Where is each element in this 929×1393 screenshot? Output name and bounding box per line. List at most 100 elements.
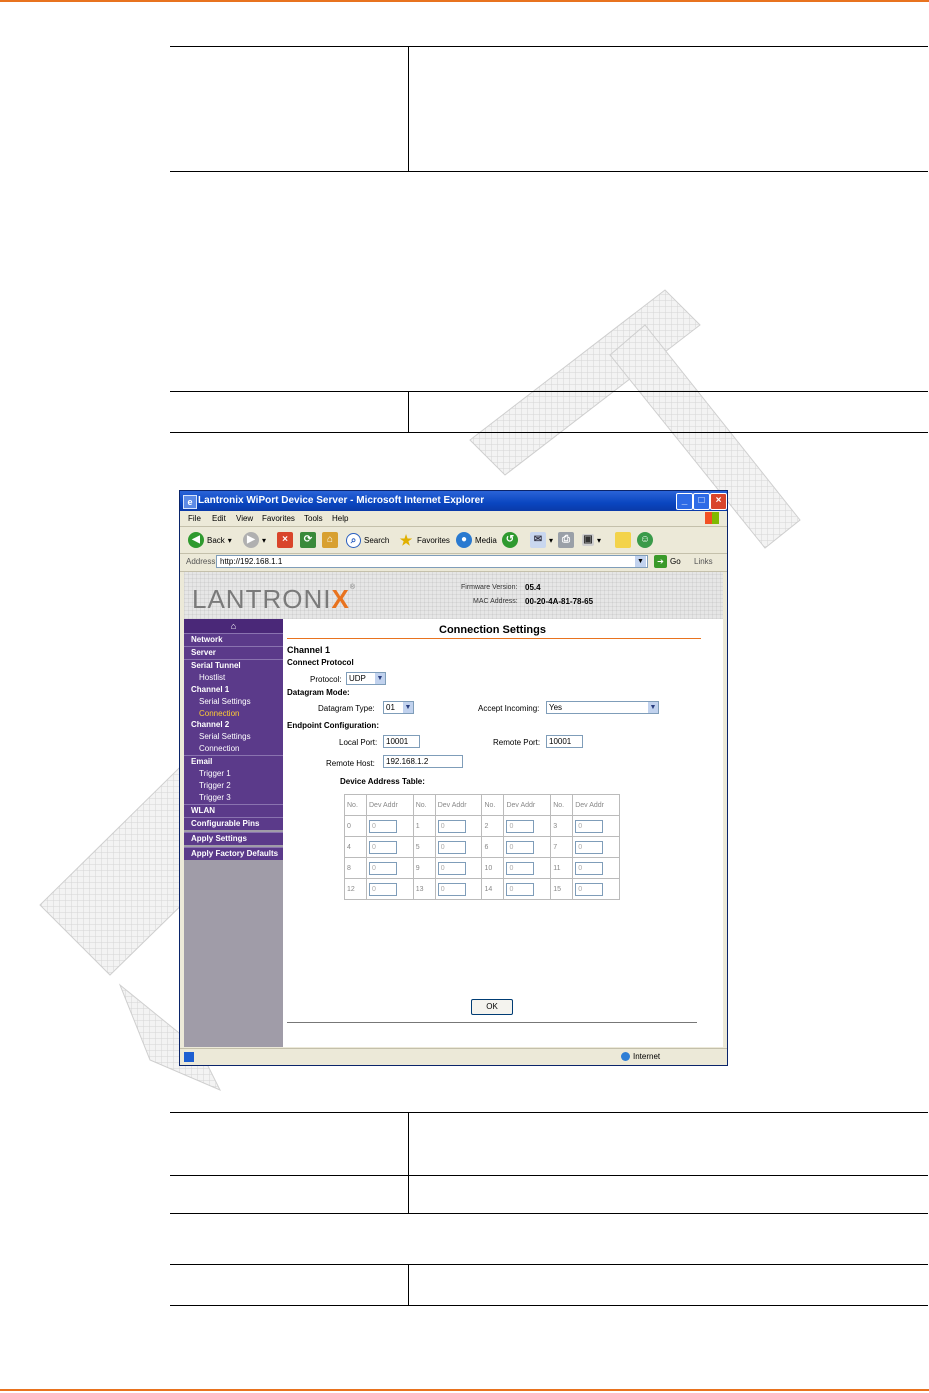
dev-addr-input[interactable]: 0 xyxy=(506,840,535,854)
menu-view[interactable]: View xyxy=(236,514,253,523)
dev-addr-input[interactable]: 0 xyxy=(369,861,397,875)
protocol-select[interactable]: UDP ▼ xyxy=(346,672,386,685)
search-button[interactable]: ⌕ Search xyxy=(346,530,389,550)
sidebar-item-channel-1[interactable]: Channel 1 xyxy=(184,685,283,694)
remote-host-label: Remote Host: xyxy=(326,759,375,768)
stop-button[interactable]: × xyxy=(277,530,293,550)
dev-addr-input[interactable]: 0 xyxy=(506,819,535,833)
sidebar-item-hostlist[interactable]: Hostlist xyxy=(184,673,283,682)
dat-no: 0 xyxy=(344,815,367,837)
dev-addr-input[interactable]: 0 xyxy=(437,861,466,875)
sidebar-item-server[interactable]: Server xyxy=(184,646,283,659)
datagram-type-select[interactable]: 01 ▼ xyxy=(383,701,414,714)
search-icon: ⌕ xyxy=(346,532,361,548)
sidebar-item-ch1-serial[interactable]: Serial Settings xyxy=(184,697,283,706)
dev-addr-input[interactable]: 0 xyxy=(506,861,535,875)
local-port-input[interactable]: 10001 xyxy=(383,735,420,748)
footer-rule xyxy=(0,1389,929,1391)
col-dev-addr: Dev Addr xyxy=(503,794,552,816)
chevron-down-icon[interactable]: ▼ xyxy=(635,556,646,567)
favorites-button[interactable]: ★ Favorites xyxy=(398,530,450,550)
ok-button[interactable]: OK xyxy=(471,999,513,1015)
protocol-label: Protocol: xyxy=(310,675,342,684)
maximize-button[interactable]: □ xyxy=(693,493,710,510)
menu-tools[interactable]: Tools xyxy=(304,514,323,523)
dev-addr-input[interactable]: 0 xyxy=(437,840,466,854)
dat-no: 13 xyxy=(412,878,436,900)
sidebar-item-serial-tunnel[interactable]: Serial Tunnel xyxy=(184,661,283,670)
dev-addr-input[interactable]: 0 xyxy=(437,882,466,896)
sidebar-item-configurable-pins[interactable]: Configurable Pins xyxy=(184,817,283,830)
menu-favorites[interactable]: Favorites xyxy=(262,514,295,523)
menu-help[interactable]: Help xyxy=(332,514,348,523)
sidebar-item-trigger-3[interactable]: Trigger 3 xyxy=(184,793,283,802)
messenger-button[interactable]: ☺ xyxy=(637,530,653,550)
connect-protocol-heading: Connect Protocol xyxy=(287,658,354,667)
dat-no: 14 xyxy=(481,878,505,900)
home-icon[interactable]: ⌂ xyxy=(184,619,283,633)
table-header-row: No. Dev Addr No. Dev Addr No. Dev Addr N… xyxy=(344,794,620,816)
remote-host-input[interactable]: 192.168.1.2 xyxy=(383,755,463,768)
home-button[interactable]: ⌂ xyxy=(322,530,338,550)
dev-addr-input[interactable]: 0 xyxy=(575,861,604,875)
sidebar-item-apply-factory-defaults[interactable]: Apply Factory Defaults xyxy=(184,847,283,860)
history-button[interactable]: ↺ xyxy=(502,530,518,550)
address-input[interactable]: http://192.168.1.1 ▼ xyxy=(216,555,648,568)
menu-file[interactable]: File xyxy=(188,514,201,523)
sidebar-item-trigger-2[interactable]: Trigger 2 xyxy=(184,781,283,790)
print-button[interactable]: ⎙ xyxy=(558,530,574,550)
refresh-button[interactable]: ⟳ xyxy=(300,530,316,550)
sidebar-item-ch2-serial[interactable]: Serial Settings xyxy=(184,732,283,741)
menu-edit[interactable]: Edit xyxy=(212,514,226,523)
media-button[interactable]: ● Media xyxy=(456,530,497,550)
dev-addr-input[interactable]: 0 xyxy=(369,882,397,896)
mail-button[interactable]: ✉ ▾ xyxy=(530,530,553,550)
dat-no: 15 xyxy=(550,878,574,900)
dat-cell: 0 xyxy=(366,857,414,879)
sidebar-item-ch1-connection[interactable]: Connection xyxy=(184,709,283,718)
dat-cell: 0 xyxy=(366,878,414,900)
sidebar-item-trigger-1[interactable]: Trigger 1 xyxy=(184,769,283,778)
table-row: 4 0 5 0 6 0 7 0 xyxy=(344,836,620,858)
dat-cell: 0 xyxy=(572,857,620,879)
discuss-button[interactable] xyxy=(615,530,631,550)
sidebar-item-email[interactable]: Email xyxy=(184,757,283,766)
go-button[interactable]: ➔ Go xyxy=(654,555,681,568)
sidebar-item-network[interactable]: Network xyxy=(184,633,283,646)
close-button[interactable]: × xyxy=(710,493,727,510)
sidebar-item-wlan[interactable]: WLAN xyxy=(184,804,283,817)
header-rule xyxy=(0,0,929,2)
sidebar-item-apply-settings[interactable]: Apply Settings xyxy=(184,832,283,845)
dev-addr-input[interactable]: 0 xyxy=(575,819,604,833)
dev-addr-input[interactable]: 0 xyxy=(437,819,466,833)
dev-addr-input[interactable]: 0 xyxy=(506,882,535,896)
accept-incoming-value: Yes xyxy=(549,703,563,712)
minimize-button[interactable]: _ xyxy=(676,493,693,510)
table-row-line xyxy=(170,1175,928,1176)
accept-incoming-select[interactable]: Yes ▼ xyxy=(546,701,659,714)
dat-cell: 0 xyxy=(434,878,483,900)
back-button[interactable]: ◀ Back ▾ xyxy=(188,530,232,550)
sidebar-item-ch2-connection[interactable]: Connection xyxy=(184,744,283,753)
chevron-down-icon: ▼ xyxy=(375,673,385,684)
remote-port-input[interactable]: 10001 xyxy=(546,735,583,748)
forward-button[interactable]: ▶ ▾ xyxy=(243,530,266,550)
dat-cell: 0 xyxy=(572,815,620,837)
page-icon xyxy=(184,1052,194,1062)
dev-addr-input[interactable]: 0 xyxy=(369,819,397,833)
dat-no: 8 xyxy=(344,857,367,879)
lantronix-logo: LANTRONIX® xyxy=(192,584,356,614)
status-bar: Internet xyxy=(180,1048,727,1065)
dev-addr-input[interactable]: 0 xyxy=(575,840,604,854)
dev-addr-input[interactable]: 0 xyxy=(575,882,604,896)
links-button[interactable]: Links xyxy=(694,557,713,566)
accept-incoming-label: Accept Incoming: xyxy=(478,704,540,713)
dat-cell: 0 xyxy=(434,836,483,858)
dat-no: 3 xyxy=(550,815,574,837)
dev-addr-input[interactable]: 0 xyxy=(369,840,397,854)
doc-table-lower xyxy=(170,1112,928,1214)
star-icon: ★ xyxy=(399,532,413,548)
mac-value: 00-20-4A-81-78-65 xyxy=(525,597,594,606)
edit-button[interactable]: ▣ ▾ xyxy=(582,530,601,550)
sidebar-item-channel-2[interactable]: Channel 2 xyxy=(184,720,283,729)
